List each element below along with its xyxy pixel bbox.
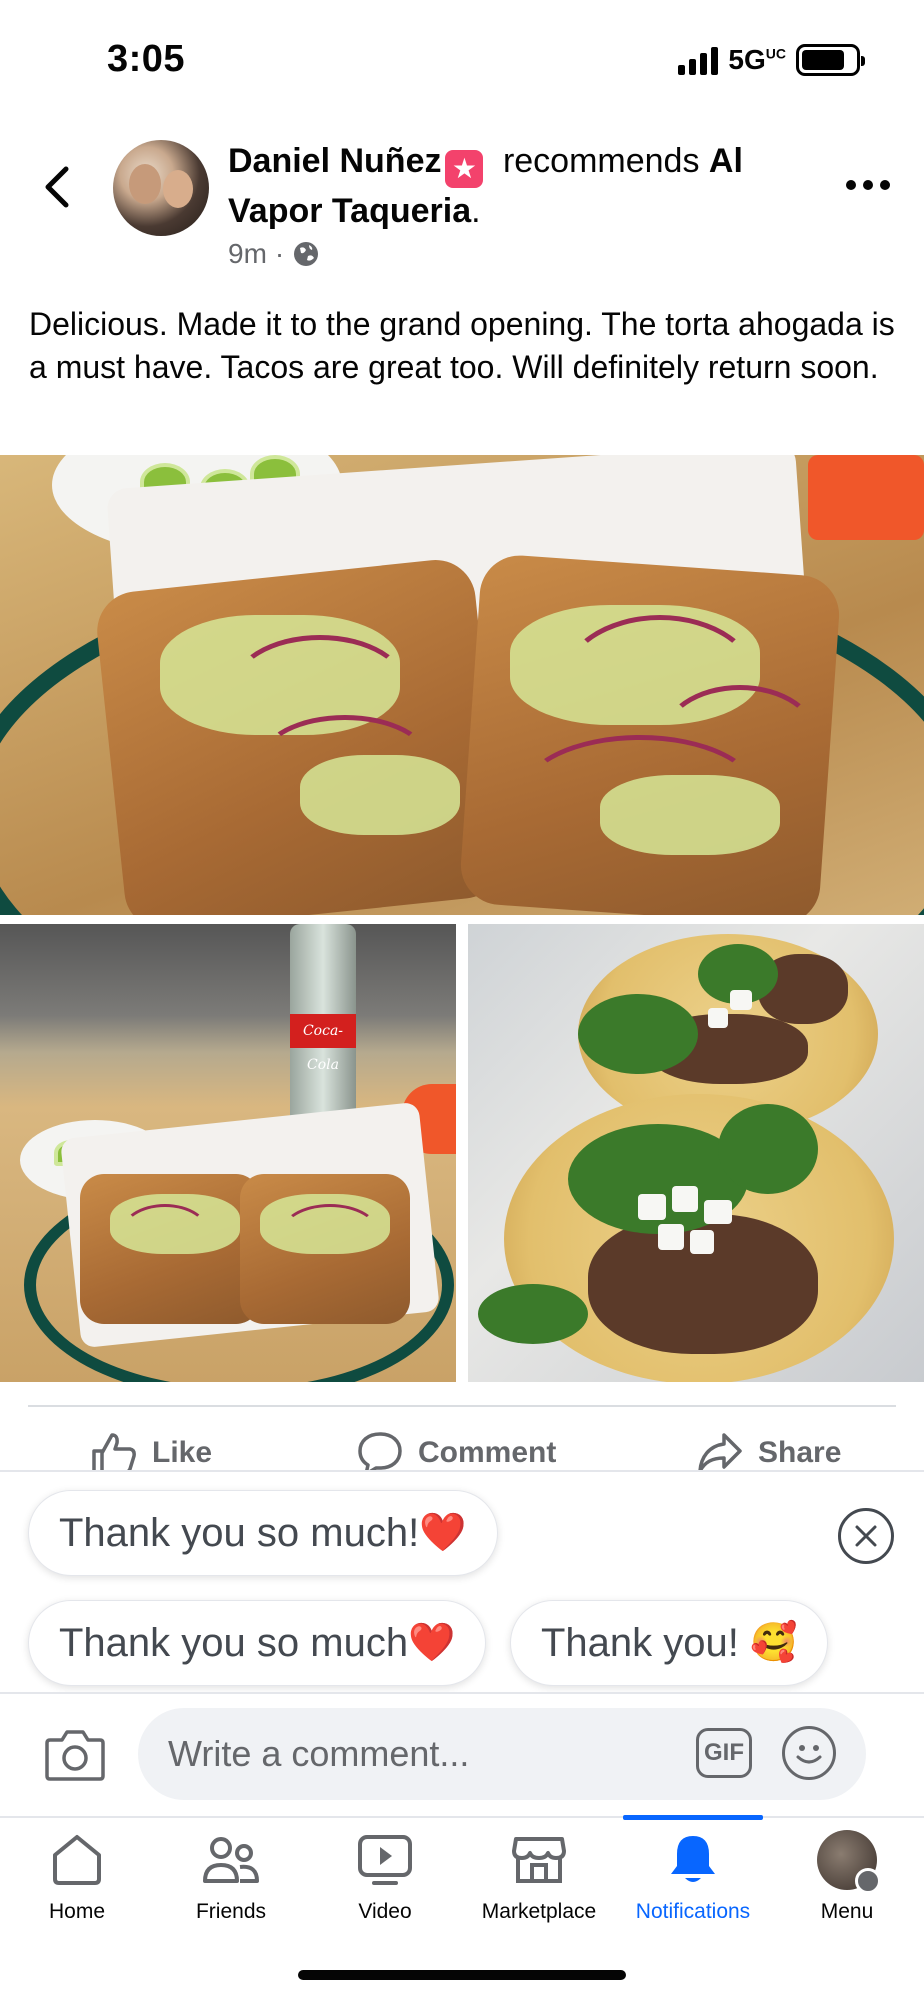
- tab-home[interactable]: Home: [0, 1830, 154, 1930]
- network-label: 5GUC: [728, 44, 786, 75]
- share-label: Share: [758, 1436, 842, 1469]
- signal-icon: [678, 45, 719, 75]
- share-arrow-icon: [698, 1433, 742, 1473]
- tab-label: Menu: [820, 1900, 874, 1923]
- quick-reply-chip[interactable]: Thank you so much! ❤️: [28, 1490, 498, 1576]
- close-quick-replies-button[interactable]: [838, 1508, 894, 1564]
- menu-hamburger-icon: [855, 1868, 881, 1894]
- profile-avatar: [817, 1830, 881, 1894]
- tab-label: Home: [48, 1900, 106, 1923]
- recommendation-badge-icon: ★: [445, 150, 484, 188]
- tab-marketplace[interactable]: Marketplace: [462, 1830, 616, 1930]
- post-header: Daniel Nuñez ★ recommends Al Vapor Taquer…: [228, 138, 808, 235]
- photo-tacos[interactable]: [468, 924, 924, 1382]
- tab-label: Friends: [195, 1900, 267, 1923]
- author-name[interactable]: Daniel Nuñez: [228, 142, 441, 180]
- camera-button[interactable]: [44, 1726, 106, 1782]
- close-icon: [855, 1525, 877, 1547]
- tab-label: Marketplace: [481, 1900, 597, 1923]
- back-button[interactable]: [34, 162, 80, 212]
- tab-label: Notifications: [635, 1900, 751, 1923]
- author-avatar[interactable]: [113, 140, 209, 236]
- photo-torta-with-coke[interactable]: Coca-Cola: [0, 924, 456, 1382]
- marketplace-icon: [512, 1837, 566, 1883]
- camera-icon: [45, 1730, 105, 1781]
- comment-input[interactable]: Write a comment...: [138, 1708, 866, 1800]
- quick-reply-chip[interactable]: Thank you so much ❤️: [28, 1600, 487, 1686]
- bell-icon: [671, 1836, 715, 1882]
- gif-button[interactable]: GIF: [696, 1728, 752, 1778]
- photo-torta[interactable]: [0, 455, 924, 915]
- bottle-label: Coca-Cola: [290, 1014, 356, 1073]
- thumbs-up-icon: [92, 1433, 136, 1475]
- comment-label: Comment: [418, 1436, 557, 1469]
- chevron-left-icon: [45, 166, 69, 208]
- battery-icon: [796, 44, 865, 76]
- like-label: Like: [152, 1436, 213, 1469]
- tab-notifications[interactable]: Notifications: [616, 1830, 770, 1930]
- smiley-icon: [796, 1745, 822, 1764]
- status-bar: 3:05 5GUC: [0, 0, 924, 120]
- recommends-text: recommends: [502, 142, 700, 180]
- tab-menu[interactable]: Menu: [770, 1830, 924, 1930]
- globe-icon: [294, 242, 319, 266]
- more-options-button[interactable]: [846, 170, 890, 200]
- post-body: Delicious. Made it to the grand opening.…: [29, 306, 895, 385]
- post-meta: 9m ·: [228, 238, 320, 270]
- meta-separator: ·: [274, 238, 285, 269]
- status-time: 3:05: [107, 38, 186, 80]
- quick-reply-chip[interactable]: Thank you! 🥰: [510, 1600, 829, 1686]
- video-icon: [358, 1835, 412, 1885]
- period: .: [471, 192, 481, 230]
- friends-icon: [203, 1837, 259, 1883]
- post-time[interactable]: 9m: [228, 238, 267, 270]
- active-tab-indicator: [623, 1815, 763, 1820]
- emoji-button[interactable]: [782, 1726, 836, 1780]
- action-divider: [28, 1405, 896, 1407]
- status-indicators: 5GUC: [678, 44, 865, 76]
- tab-friends[interactable]: Friends: [154, 1830, 308, 1930]
- tab-label: Video: [358, 1900, 412, 1923]
- home-icon: [53, 1835, 101, 1885]
- tab-video[interactable]: Video: [308, 1830, 462, 1930]
- home-indicator[interactable]: [298, 1970, 626, 1980]
